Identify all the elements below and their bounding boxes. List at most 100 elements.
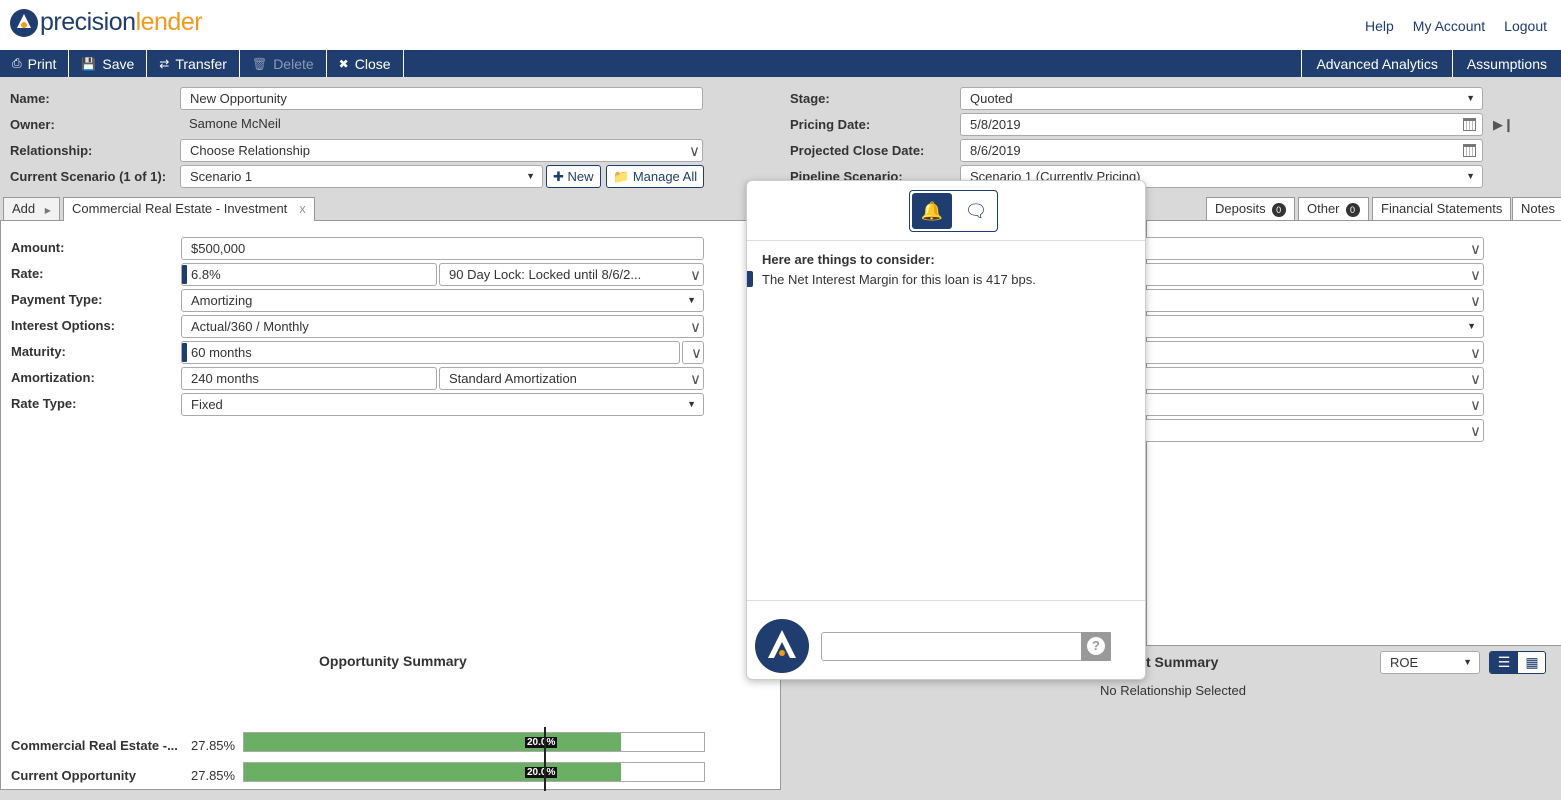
stage-select[interactable]: Quoted ▼ [960, 87, 1483, 110]
add-tab-label: Add [12, 201, 36, 216]
message-marker [747, 271, 753, 287]
new-scenario-button[interactable]: ✚ New [546, 165, 601, 188]
save-button[interactable]: 💾 Save [69, 50, 148, 77]
tab-financial-statements[interactable]: Financial Statements [1372, 197, 1512, 220]
right-select[interactable]: ∨ [1137, 263, 1484, 286]
transfer-button[interactable]: ⇄ Transfer [147, 50, 240, 77]
pricing-date-input[interactable]: 5/8/2019 [960, 113, 1483, 136]
other-label: Other [1307, 201, 1340, 216]
tab-add[interactable]: Add ▶ [3, 197, 60, 220]
rate-lock-value: 90 Day Lock: Locked until 8/6/2... [449, 267, 642, 282]
summary-bar-fill [244, 763, 622, 781]
rate-input[interactable]: 6.8% [181, 263, 437, 286]
logout-link[interactable]: Logout [1504, 18, 1547, 34]
pricing-date-value: 5/8/2019 [970, 117, 1021, 132]
owner-value: Samone McNeil [189, 116, 281, 131]
no-relationship-text: No Relationship Selected [1100, 683, 1246, 698]
assumptions-button[interactable]: Assumptions [1451, 50, 1561, 77]
summary-row-value: 27.85% [191, 738, 236, 753]
top-bar: precisionlender Help My Account Logout [0, 0, 1561, 50]
close-date-label: Projected Close Date: [790, 143, 925, 158]
advanced-analytics-button[interactable]: Advanced Analytics [1301, 50, 1451, 77]
tab-other[interactable]: Other 0 [1298, 197, 1369, 220]
amount-input[interactable]: $500,000 [181, 237, 704, 260]
name-input[interactable]: New Opportunity [180, 87, 703, 110]
field-marker [182, 265, 187, 284]
maturity-input[interactable]: 60 months [181, 341, 680, 364]
right-select[interactable]: ∨ [1137, 341, 1484, 364]
other-count-badge: 0 [1345, 202, 1360, 217]
help-link[interactable]: Help [1365, 18, 1394, 34]
amortization-type-select[interactable]: Standard Amortization ∨ [439, 367, 704, 390]
folder-icon: 📁 [613, 169, 633, 184]
amortization-type-value: Standard Amortization [449, 371, 577, 386]
delete-button[interactable]: 🗑 Delete [240, 50, 327, 77]
target-tag: 20.0% [525, 767, 558, 778]
insights-popup: 🔔 🗨 Here are things to consider: The Net… [746, 180, 1146, 680]
tab-close-icon[interactable]: x [299, 201, 306, 216]
summary-row-label: Current Opportunity [11, 768, 136, 783]
maturity-value: 60 months [191, 345, 252, 360]
logo[interactable]: precisionlender [10, 8, 203, 37]
maturity-dropdown-button[interactable]: ∨ [682, 341, 704, 364]
right-select[interactable]: ∨ [1137, 367, 1484, 390]
assistant-avatar-icon[interactable] [755, 619, 809, 673]
close-button[interactable]: ✖ Close [327, 50, 404, 77]
list-view-icon[interactable]: ☰ [1490, 652, 1518, 673]
relationship-value: Choose Relationship [190, 143, 310, 158]
metric-select[interactable]: ROE ▼ [1380, 651, 1480, 674]
interest-options-value: Actual/360 / Monthly [191, 319, 309, 334]
manage-label: Manage All [632, 169, 698, 184]
relationship-select[interactable]: Choose Relationship ∨ [180, 139, 703, 162]
scenario-select[interactable]: Scenario 1 ▼ [180, 165, 543, 188]
payment-type-select[interactable]: Amortizing ▼ [181, 289, 704, 312]
double-chevron-down-icon: ∨ [690, 371, 701, 388]
question-icon: ? [1087, 637, 1105, 655]
interest-options-label: Interest Options: [11, 318, 116, 333]
right-select[interactable]: ∨ [1137, 237, 1484, 260]
right-select[interactable]: ∨ [1137, 393, 1484, 416]
logo-text-lender: lender [135, 8, 203, 36]
double-chevron-down-icon: ∨ [690, 319, 701, 336]
right-select[interactable]: ∨ [1137, 419, 1484, 442]
rate-value: 6.8% [191, 267, 221, 282]
popup-divider [747, 600, 1145, 601]
bell-icon[interactable]: 🔔 [912, 193, 952, 229]
loan-panel: Amount: $500,000 Rate: 6.8% 90 Day Lock:… [0, 220, 781, 791]
double-chevron-down-icon: ∨ [1470, 267, 1481, 284]
grid-view-icon[interactable]: ▦ [1518, 652, 1545, 673]
calendar-icon[interactable] [1463, 144, 1476, 157]
calendar-icon[interactable] [1463, 118, 1476, 131]
close-date-input[interactable]: 8/6/2019 [960, 139, 1483, 162]
popup-divider [747, 240, 1145, 241]
opportunity-summary-title: Opportunity Summary [319, 653, 467, 669]
tab-notes[interactable]: Notes [1512, 197, 1561, 220]
assistant-input[interactable] [821, 632, 1111, 661]
caret-right-icon: ▶ [44, 206, 51, 215]
manage-all-button[interactable]: 📁 Manage All [606, 165, 705, 188]
name-label: Name: [10, 91, 50, 106]
double-chevron-down-icon: ∨ [691, 345, 702, 362]
caret-down-icon: ▼ [1463, 657, 1472, 667]
tab-deposits[interactable]: Deposits 0 [1206, 197, 1295, 220]
skip-forward-icon[interactable]: ▶❙ [1493, 117, 1514, 133]
close-icon: ✖ [338, 56, 349, 71]
right-select[interactable]: ▼ [1137, 315, 1484, 338]
rate-type-select[interactable]: Fixed ▼ [181, 393, 704, 416]
field-marker [182, 343, 187, 362]
right-select[interactable]: ∨ [1137, 289, 1484, 312]
print-button[interactable]: ⎙ Print [0, 50, 70, 77]
help-button[interactable]: ? [1081, 632, 1111, 661]
chat-bubbles-icon[interactable]: 🗨 [956, 193, 996, 229]
logo-text-precision: precision [40, 8, 136, 36]
my-account-link[interactable]: My Account [1413, 18, 1485, 34]
interest-options-select[interactable]: Actual/360 / Monthly ∨ [181, 315, 704, 338]
trash-icon: 🗑 [251, 56, 268, 71]
rate-label: Rate: [11, 266, 44, 281]
amortization-input[interactable]: 240 months [181, 367, 437, 390]
tab-commercial-real-estate[interactable]: Commercial Real Estate - Investment x [63, 197, 315, 221]
rate-lock-select[interactable]: 90 Day Lock: Locked until 8/6/2... ∨ [439, 263, 704, 286]
double-chevron-down-icon: ∨ [1470, 397, 1481, 414]
view-toggle: ☰ ▦ [1489, 651, 1546, 674]
owner-label: Owner: [10, 117, 55, 132]
